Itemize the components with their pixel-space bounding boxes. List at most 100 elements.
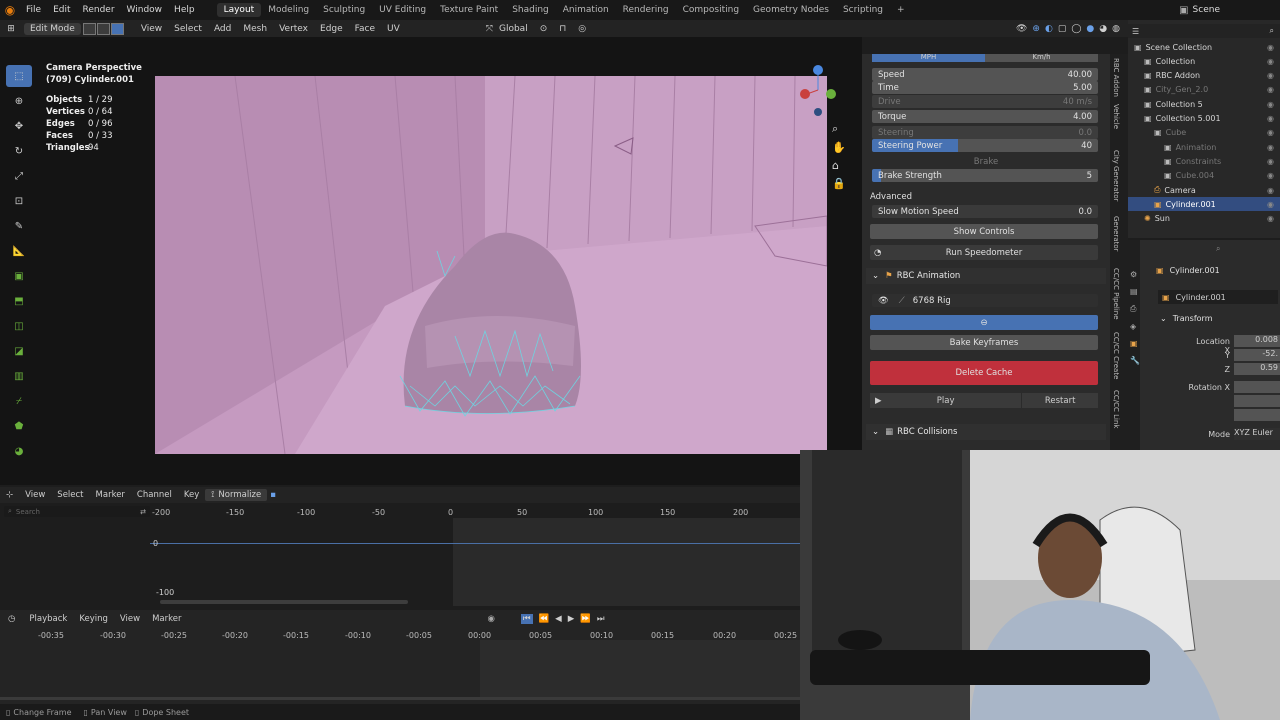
outliner-row[interactable]: ✺ Sun ◉ xyxy=(1128,212,1280,226)
sidebar-tab-vehicle[interactable]: Vehicle xyxy=(1112,104,1120,144)
steering-power-slider[interactable]: Steering Power 40 xyxy=(872,139,1098,152)
rotation-z-field[interactable] xyxy=(1234,409,1280,421)
torque-field[interactable]: Torque 4.00 xyxy=(872,110,1098,123)
timeline-menu-keying[interactable]: Keying xyxy=(73,614,114,624)
link-button[interactable]: ⊖ xyxy=(870,315,1098,330)
unit-tab-mph[interactable]: MPH xyxy=(872,54,985,62)
outliner-row[interactable]: ▣ City_Gen_2.0 ◉ xyxy=(1128,83,1280,97)
spin-icon[interactable]: ◕ xyxy=(6,440,32,462)
overlay-icon[interactable]: ◐ xyxy=(1045,24,1053,34)
jump-start-icon[interactable]: ⏮ xyxy=(520,614,533,624)
rotate-icon[interactable]: ↻ xyxy=(6,140,32,162)
vertex-select-icon[interactable] xyxy=(82,22,96,35)
graph-menu-select[interactable]: Select xyxy=(51,490,89,500)
tab-sculpting[interactable]: Sculpting xyxy=(316,3,372,17)
tab-texture-paint[interactable]: Texture Paint xyxy=(433,3,505,17)
normalize-toggle[interactable]: ⟟ Normalize xyxy=(205,489,268,501)
play-icon[interactable]: ▶ xyxy=(568,614,575,624)
cursor-icon[interactable]: ⊕ xyxy=(6,90,32,112)
visibility-eye-icon[interactable]: ◉ xyxy=(1267,100,1274,109)
gizmo-icon[interactable]: ⊕ xyxy=(1032,24,1040,34)
tab-compositing[interactable]: Compositing xyxy=(676,3,746,17)
tab-uv-editing[interactable]: UV Editing xyxy=(372,3,433,17)
tab-shading[interactable]: Shading xyxy=(505,3,556,17)
location-y-field[interactable]: -52. xyxy=(1234,349,1280,361)
snap-icon[interactable]: ⊓ xyxy=(559,24,566,34)
delete-cache-button[interactable]: Delete Cache xyxy=(870,361,1098,385)
outliner-row[interactable]: ▣ Scene Collection ◉ xyxy=(1128,40,1280,54)
annotate-icon[interactable]: ✎ xyxy=(6,215,32,237)
timeline-menu-view[interactable]: View xyxy=(114,614,146,624)
outliner-row[interactable]: ▣ Cube ◉ xyxy=(1128,126,1280,140)
tab-animation[interactable]: Animation xyxy=(556,3,616,17)
tab-scripting[interactable]: Scripting xyxy=(836,3,890,17)
shading-rendered-icon[interactable]: ◍ xyxy=(1112,24,1120,34)
visibility-eye-icon[interactable]: ◉ xyxy=(1267,114,1274,123)
visibility-eye-icon[interactable]: ◉ xyxy=(1267,71,1274,80)
editor-type-icon[interactable]: ⊞ xyxy=(0,24,22,34)
time-field[interactable]: Time 5.00 xyxy=(872,81,1098,94)
tab-rendering[interactable]: Rendering xyxy=(616,3,676,17)
object-tab-icon[interactable]: ▣ xyxy=(1130,339,1138,348)
visibility-eye-icon[interactable]: ◉ xyxy=(1267,57,1274,66)
menu-window[interactable]: Window xyxy=(121,5,169,15)
pivot-icon[interactable]: ⊙ xyxy=(540,24,548,34)
visibility-eye-icon[interactable]: ◉ xyxy=(1267,43,1274,52)
add-workspace-icon[interactable]: + xyxy=(890,3,912,17)
move-icon[interactable]: ✥ xyxy=(6,115,32,137)
object-name-field[interactable]: ▣ Cylinder.001 xyxy=(1158,290,1278,304)
scene-name[interactable]: Scene xyxy=(1193,5,1220,15)
knife-icon[interactable]: ⌿ xyxy=(6,390,32,412)
zoom-icon[interactable]: ⌕ xyxy=(832,122,848,136)
visibility-eye-icon[interactable]: ◉ xyxy=(1267,200,1274,209)
next-keyframe-icon[interactable]: ⏩ xyxy=(580,614,591,624)
speed-field[interactable]: Speed 40.00 xyxy=(872,68,1098,81)
graph-search-input[interactable]: ⌕ Search ⇄ xyxy=(4,506,150,517)
lock-icon[interactable]: 🔒 xyxy=(832,177,848,190)
timeline-menu-marker[interactable]: Marker xyxy=(146,614,187,624)
outliner-row[interactable]: ▣ RBC Addon ◉ xyxy=(1128,69,1280,83)
outliner-row[interactable]: ▣ Constraints ◉ xyxy=(1128,154,1280,168)
menu-select[interactable]: Select xyxy=(168,24,208,34)
outliner-row[interactable]: ⎙ Camera ◉ xyxy=(1128,183,1280,197)
visibility-eye-icon[interactable]: ◉ xyxy=(1267,214,1274,223)
rotation-y-field[interactable] xyxy=(1234,395,1280,407)
graph-editor-type-icon[interactable]: ⊹ xyxy=(0,490,19,500)
menu-uv[interactable]: UV xyxy=(381,24,406,34)
timeline-editor-icon[interactable]: ◷ xyxy=(0,614,23,624)
rotation-mode-dropdown[interactable]: XYZ Euler xyxy=(1234,428,1280,440)
menu-file[interactable]: File xyxy=(20,5,47,15)
navigation-gizmo[interactable] xyxy=(795,64,841,116)
graph-menu-marker[interactable]: Marker xyxy=(90,490,131,500)
select-box-icon[interactable]: ⬚ xyxy=(6,65,32,87)
transform-icon[interactable]: ⊡ xyxy=(6,190,32,212)
menu-edit[interactable]: Edit xyxy=(47,5,76,15)
play-button[interactable]: ▶ Play xyxy=(870,393,1022,408)
inset-icon[interactable]: ◫ xyxy=(6,315,32,337)
restart-button[interactable]: Restart xyxy=(1022,393,1098,408)
visibility-eye-icon[interactable]: ◉ xyxy=(1267,128,1274,137)
outliner-row[interactable]: ▣ Collection 5.001 ◉ xyxy=(1128,112,1280,126)
prev-keyframe-icon[interactable]: ⏪ xyxy=(539,614,550,624)
properties-search-icon[interactable]: ⌕ xyxy=(1216,244,1220,254)
swap-icon[interactable]: ⇄ xyxy=(140,508,146,516)
menu-help[interactable]: Help xyxy=(168,5,201,15)
graph-menu-channel[interactable]: Channel xyxy=(131,490,178,500)
slow-motion-field[interactable]: Slow Motion Speed 0.0 xyxy=(872,205,1098,218)
visibility-eye-icon[interactable]: ◉ xyxy=(1267,143,1274,152)
blender-logo-icon[interactable]: ◉ xyxy=(0,3,20,17)
loop-cut-icon[interactable]: ▥ xyxy=(6,365,32,387)
outliner-row[interactable]: ▣ Cylinder.001 ◉ xyxy=(1128,197,1280,212)
pan-hand-icon[interactable]: ✋ xyxy=(832,141,848,154)
play-reverse-icon[interactable]: ◀ xyxy=(555,614,562,624)
show-controls-button[interactable]: Show Controls xyxy=(870,224,1098,239)
visibility-eye-icon[interactable]: ◉ xyxy=(1267,85,1274,94)
menu-vertex[interactable]: Vertex xyxy=(273,24,314,34)
sidebar-tab-city-generator[interactable]: City Generator xyxy=(1112,150,1120,210)
menu-edge[interactable]: Edge xyxy=(314,24,349,34)
eye-icon[interactable]: 👁 xyxy=(878,296,889,306)
shading-material-icon[interactable]: ◕ xyxy=(1099,24,1107,34)
proportional-edit-icon[interactable]: ◎ xyxy=(578,24,586,34)
location-x-field[interactable]: 0.008 xyxy=(1234,335,1280,347)
sidebar-tab-link[interactable]: CC/CC Link xyxy=(1112,390,1120,440)
